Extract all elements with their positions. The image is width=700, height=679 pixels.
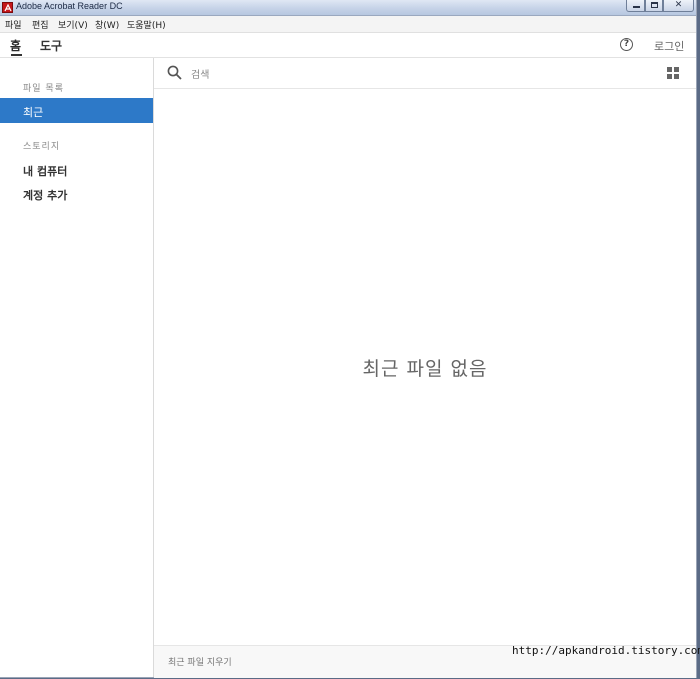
watermark-url: http://apkandroid.tistory.com (512, 644, 700, 657)
menu-view[interactable]: 보기(V) (58, 18, 88, 31)
acrobat-logo-icon (2, 2, 13, 13)
window-title: Adobe Acrobat Reader DC (16, 1, 123, 11)
search-icon (167, 65, 182, 80)
close-icon: ✕ (674, 0, 683, 10)
sidebar-item-add-account[interactable]: 계정 추가 (23, 187, 67, 203)
clear-recent-files-link[interactable]: 최근 파일 지우기 (168, 655, 232, 668)
menu-bar: 파일 편집 보기(V) 창(W) 도움말(H) (0, 16, 696, 33)
sidebar-item-recent[interactable]: 최근 (0, 98, 153, 123)
grid-view-icon[interactable] (667, 67, 679, 79)
main-content: 검색 최근 파일 없음 최근 파일 지우기 (154, 58, 696, 678)
sidebar-item-my-computer[interactable]: 내 컴퓨터 (23, 163, 67, 179)
close-button[interactable]: ✕ (663, 0, 694, 12)
menu-help[interactable]: 도움말(H) (127, 18, 166, 31)
maximize-button[interactable] (645, 0, 663, 12)
active-tab-indicator (11, 54, 22, 56)
tab-tools[interactable]: 도구 (40, 37, 62, 54)
app-window: Adobe Acrobat Reader DC ✕ 파일 편집 보기(V) 창(… (0, 0, 697, 678)
login-link[interactable]: 로그인 (654, 38, 684, 54)
sidebar-item-recent-label: 최근 (23, 106, 44, 119)
sidebar: 파일 목록 최근 스토리지 내 컴퓨터 계정 추가 (0, 58, 154, 677)
question-circle-icon[interactable]: ? (620, 38, 633, 51)
title-bar: Adobe Acrobat Reader DC ✕ (0, 0, 696, 16)
minimize-icon (633, 6, 640, 8)
menu-file[interactable]: 파일 (5, 18, 22, 31)
search-bar[interactable]: 검색 (154, 58, 696, 89)
minimize-button[interactable] (626, 0, 645, 12)
tab-bar: 홈 도구 ? 로그인 (0, 33, 696, 58)
tab-home[interactable]: 홈 (10, 37, 21, 54)
files-heading: 파일 목록 (23, 84, 64, 94)
menu-edit[interactable]: 편집 (32, 18, 49, 31)
storage-heading: 스토리지 (23, 142, 61, 152)
maximize-icon (651, 2, 658, 8)
empty-state-message: 최근 파일 없음 (362, 358, 488, 380)
menu-window[interactable]: 창(W) (95, 18, 119, 31)
search-input[interactable]: 검색 (191, 66, 209, 81)
